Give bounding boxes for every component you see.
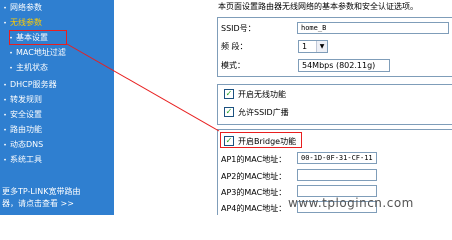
check-icon: ✓ <box>225 107 233 116</box>
bullet-icon: • <box>3 5 7 12</box>
sidebar-item-routing[interactable]: • 路由功能 <box>0 124 114 136</box>
watermark-text: www.tplogincn.com <box>288 196 414 210</box>
highlight-box-bridge <box>220 132 302 148</box>
ap4-mac-label: AP4的MAC地址： <box>221 204 287 213</box>
bullet-icon: • <box>3 157 7 164</box>
ap2-mac-label: AP2的MAC地址： <box>221 172 287 181</box>
more-products-link[interactable]: 更多TP-LINK宽带路由 器，请点击查看 >> <box>2 186 114 210</box>
bullet-icon: • <box>3 20 7 27</box>
wireless-options-panel: ✓ 开启无线功能 ✓ 允许SSID广播 <box>217 84 452 125</box>
ap2-mac-input[interactable] <box>297 169 377 181</box>
sidebar-item-mac-filter[interactable]: • MAC地址过滤 <box>6 47 114 59</box>
footer-line-1: 更多TP-LINK宽带路由 <box>2 187 81 196</box>
basic-params-panel: SSID号： home_B 频 段： 1 ▼ 模式： 54Mbps (802.1… <box>217 17 452 77</box>
chevron-down-icon: ▼ <box>316 41 327 52</box>
sidebar-item-security-settings[interactable]: • 安全设置 <box>0 109 114 121</box>
bullet-icon: • <box>3 112 7 119</box>
sidebar-menu: • 网络参数 • 无线参数 • 基本设置 • MAC地址过滤 • 主机状态 • DHCP服务… <box>0 0 114 215</box>
sidebar-item-system-tools[interactable]: • 系统工具 <box>0 154 114 166</box>
bullet-icon: • <box>3 142 7 149</box>
ap1-mac-input[interactable]: 00-1D-0F-31-CF-11 <box>297 152 377 164</box>
bullet-icon: • <box>3 97 7 104</box>
ssid-input[interactable]: home_B <box>297 22 449 34</box>
main-content: 本页面设置路由器无线网络的基本参数和安全认证选项。 SSID号： home_B … <box>114 0 452 215</box>
ssid-label: SSID号： <box>221 24 256 33</box>
channel-value: 1 <box>302 42 308 51</box>
sidebar-item-network-params[interactable]: • 网络参数 <box>0 2 114 14</box>
channel-label: 频 段： <box>221 42 248 51</box>
ap1-mac-label: AP1的MAC地址： <box>221 155 287 164</box>
bullet-icon: • <box>9 65 13 72</box>
mode-select[interactable]: 54Mbps (802.11g) <box>298 59 390 72</box>
bullet-icon: • <box>3 82 7 89</box>
sidebar-item-host-status[interactable]: • 主机状态 <box>6 62 114 74</box>
allow-ssid-broadcast-checkbox[interactable]: ✓ <box>224 107 234 117</box>
sidebar-item-wireless-params[interactable]: • 无线参数 <box>0 17 114 29</box>
sidebar-item-dynamic-dns[interactable]: • 动态DNS <box>0 139 114 151</box>
channel-select[interactable]: 1 ▼ <box>298 40 328 53</box>
footer-line-2: 器，请点击查看 >> <box>2 199 74 208</box>
enable-wireless-checkbox[interactable]: ✓ <box>224 89 234 99</box>
sidebar-item-forwarding-rules[interactable]: • 转发规则 <box>0 94 114 106</box>
highlight-box-basic-settings <box>9 30 67 45</box>
mode-value: 54Mbps (802.11g) <box>302 61 376 70</box>
check-icon: ✓ <box>225 89 233 98</box>
enable-wireless-label: 开启无线功能 <box>238 90 286 99</box>
page-description: 本页面设置路由器无线网络的基本参数和安全认证选项。 <box>218 2 418 11</box>
mode-label: 模式： <box>221 61 245 70</box>
bullet-icon: • <box>9 50 13 57</box>
allow-ssid-broadcast-label: 允许SSID广播 <box>238 108 289 117</box>
bullet-icon: • <box>3 127 7 134</box>
sidebar-item-dhcp-server[interactable]: • DHCP服务器 <box>0 79 114 91</box>
ap3-mac-label: AP3的MAC地址： <box>221 188 287 197</box>
